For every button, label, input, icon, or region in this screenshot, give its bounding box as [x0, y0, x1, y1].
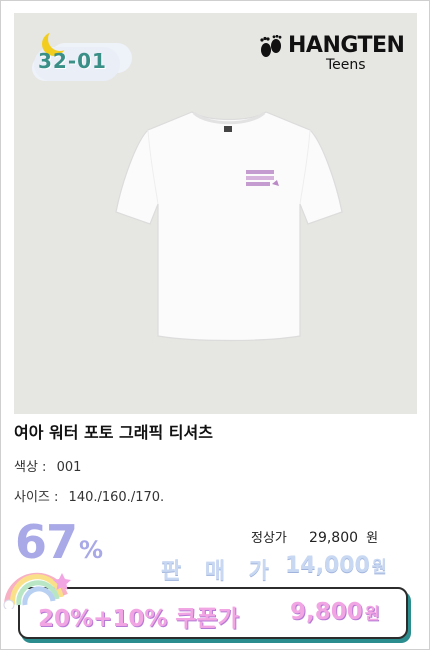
tshirt-image [115, 111, 343, 342]
product-card: 32-01 HANGTEN Teens 여아 워터 포토 그래픽 티셔츠 색상 … [0, 0, 430, 650]
size-value: 140./160./170. [68, 490, 165, 505]
normal-price-value: 29,800 [309, 530, 359, 546]
brand-subline: Teens [326, 57, 366, 73]
color-row: 색상 : 001 [14, 456, 81, 475]
sale-price-amount: 14,000 원 [285, 553, 387, 578]
normal-price-currency: 원 [366, 531, 379, 546]
coupon-price-value: 9,800 [290, 599, 363, 625]
discount-unit: % [79, 536, 103, 564]
sale-price-currency: 원 [371, 557, 387, 576]
product-photo[interactable]: 32-01 HANGTEN Teens [14, 13, 417, 414]
product-code-badge: 32-01 [28, 25, 120, 83]
coupon-price-amount: 9,800 원 [290, 599, 380, 625]
size-row: 사이즈 : 140./160./170. [14, 486, 164, 505]
normal-price: 정상가 29,800 원 [251, 527, 378, 546]
coupon-price-box[interactable]: 20%+10% 쿠폰가 9,800 원 [18, 587, 408, 639]
sale-price-label: 판 매 가 [161, 559, 278, 584]
sale-price: 판 매 가 14,000 원 [161, 553, 387, 585]
footprints-icon [260, 35, 282, 57]
rainbow-icon [3, 572, 71, 609]
size-label: 사이즈 : [14, 490, 59, 505]
product-title: 여아 워터 포토 그래픽 티셔츠 [14, 423, 213, 442]
crescent-moon-icon [48, 27, 72, 51]
discount-rate: 67% [15, 515, 103, 569]
discount-value: 67 [15, 515, 78, 569]
brand-logo: HANGTEN Teens [258, 31, 428, 79]
brand-name: HANGTEN [288, 33, 405, 58]
normal-price-label: 정상가 [251, 531, 287, 546]
product-code: 32-01 [38, 49, 107, 73]
sale-price-value: 14,000 [285, 553, 370, 578]
coupon-price-currency: 원 [364, 604, 380, 623]
color-value: 001 [56, 460, 82, 475]
color-label: 색상 : [14, 460, 47, 475]
